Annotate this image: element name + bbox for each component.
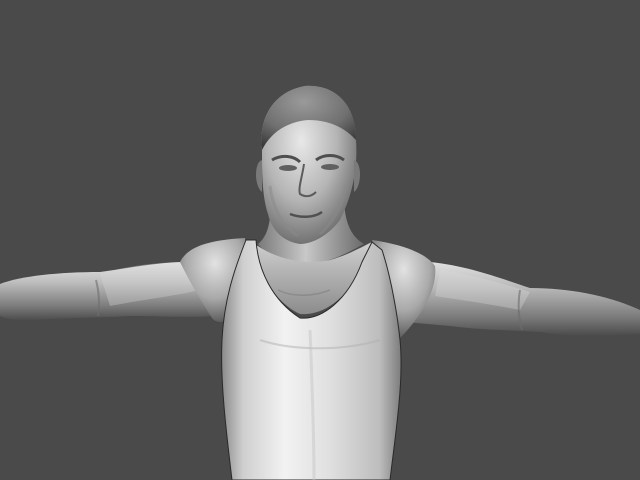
model-render <box>0 0 640 480</box>
3d-viewport[interactable] <box>0 0 640 480</box>
